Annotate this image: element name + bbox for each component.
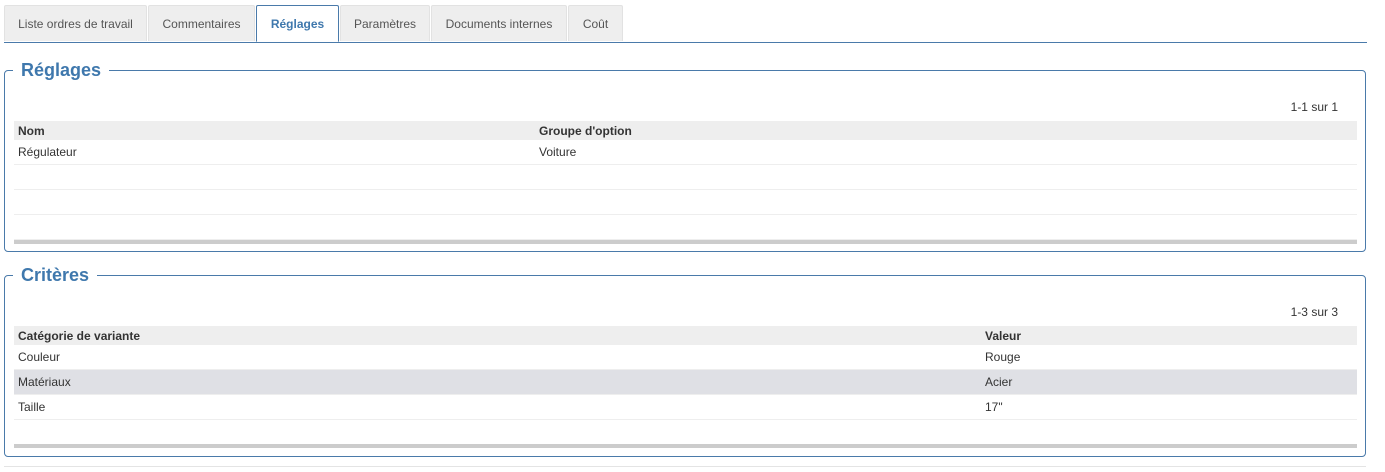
column-header-valeur[interactable]: Valeur	[981, 326, 1357, 345]
cell-nom: Régulateur	[14, 140, 535, 165]
empty-row	[14, 164, 1357, 190]
tab-reglages[interactable]: Réglages	[256, 5, 339, 42]
tab-commentaires[interactable]: Commentaires	[148, 5, 255, 41]
tab-parametres[interactable]: Paramètres	[340, 5, 430, 41]
divider	[4, 466, 1366, 467]
tab-cout[interactable]: Coût	[568, 5, 623, 41]
cell-valeur: Rouge	[981, 345, 1357, 370]
table-row[interactable]: Régulateur Voiture	[14, 140, 1357, 165]
cell-valeur: Acier	[981, 369, 1357, 395]
column-header-nom[interactable]: Nom	[14, 121, 535, 140]
cell-valeur: 17"	[981, 394, 1357, 420]
table-row[interactable]: Taille 17"	[14, 394, 1357, 420]
table-header-row: Catégorie de variante Valeur	[14, 326, 1357, 345]
horizontal-scrollbar[interactable]	[14, 444, 1357, 448]
tab-liste-ordres-de-travail[interactable]: Liste ordres de travail	[4, 5, 147, 41]
table-row[interactable]: Couleur Rouge	[14, 345, 1357, 370]
column-header-categorie-variante[interactable]: Catégorie de variante	[14, 326, 981, 345]
horizontal-scrollbar[interactable]	[14, 240, 1357, 244]
empty-row	[14, 214, 1357, 240]
criteres-pager: 1-3 sur 3	[1290, 305, 1338, 319]
table-row[interactable]: Matériaux Acier	[14, 369, 1357, 395]
reglages-title: Réglages	[13, 59, 110, 81]
reglages-panel: Réglages 1-1 sur 1 Nom Groupe d'option R…	[4, 59, 1366, 252]
empty-row	[14, 419, 1357, 445]
tab-documents-internes[interactable]: Documents internes	[431, 5, 567, 41]
reglages-pager: 1-1 sur 1	[1290, 100, 1338, 114]
criteres-table: Catégorie de variante Valeur Couleur Rou…	[14, 326, 1357, 445]
cell-categorie: Taille	[14, 394, 981, 420]
reglages-table: Nom Groupe d'option Régulateur Voiture	[14, 121, 1357, 240]
cell-groupe-option: Voiture	[535, 140, 1357, 165]
column-header-groupe-option[interactable]: Groupe d'option	[535, 121, 1357, 140]
criteres-panel: Critères 1-3 sur 3 Catégorie de variante…	[4, 264, 1366, 457]
criteres-title: Critères	[13, 264, 98, 286]
tab-bar: Liste ordres de travail Commentaires Rég…	[4, 5, 1367, 43]
cell-categorie: Couleur	[14, 345, 981, 370]
empty-row	[14, 189, 1357, 215]
cell-categorie: Matériaux	[14, 369, 981, 395]
table-header-row: Nom Groupe d'option	[14, 121, 1357, 140]
